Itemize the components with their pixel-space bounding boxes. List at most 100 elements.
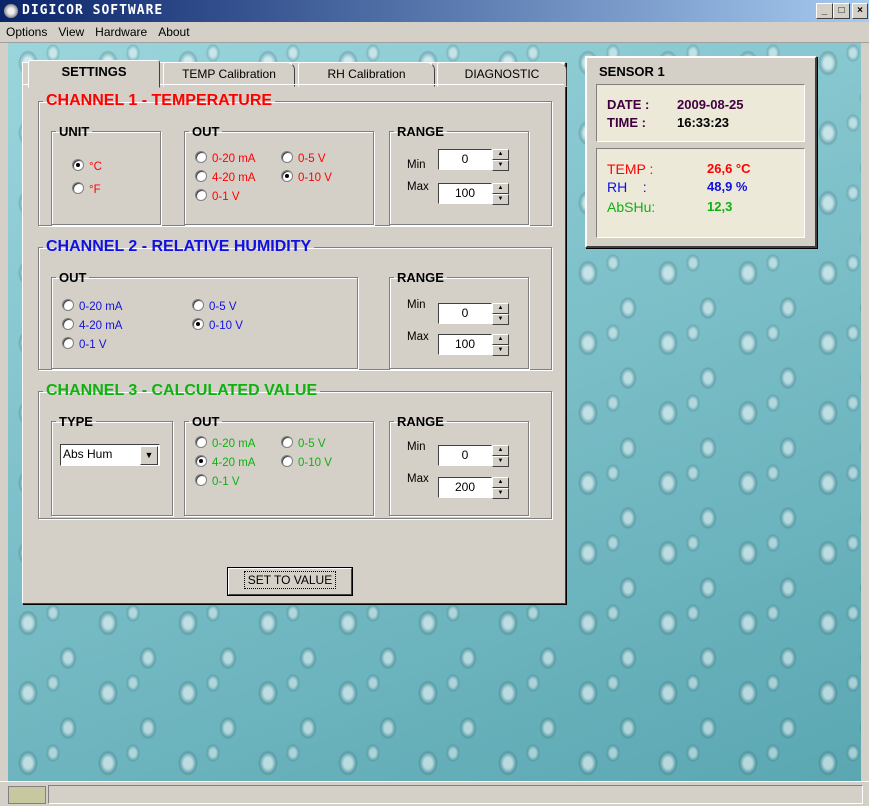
spin-up-icon[interactable]: ▲ <box>492 303 509 314</box>
ch1-out-0-5v[interactable]: 0-5 V <box>281 151 326 165</box>
ch2-min-value[interactable]: 0 <box>438 303 492 324</box>
menu-about[interactable]: About <box>152 22 194 39</box>
spin-up-icon[interactable]: ▲ <box>492 334 509 345</box>
app-window: DIGICOR SOFTWARE _ □ × Options View Hardwa… <box>0 0 869 806</box>
sensor-rh-label: RH : <box>607 179 647 195</box>
spin-down-icon[interactable]: ▼ <box>492 194 509 205</box>
channel-2-group: CHANNEL 2 - RELATIVE HUMIDITY OUT 0-20 m… <box>38 238 552 370</box>
ch3-min-value[interactable]: 0 <box>438 445 492 466</box>
app-icon[interactable] <box>4 4 18 18</box>
menu-hardware[interactable]: Hardware <box>89 22 152 39</box>
tab-settings[interactable]: SETTINGS <box>28 60 160 88</box>
ch3-min-label: Min <box>407 441 426 453</box>
ch1-min-spinner[interactable]: 0 ▲ ▼ <box>438 149 512 171</box>
ch1-out-0-20ma[interactable]: 0-20 mA <box>195 151 255 165</box>
ch3-type-group: TYPE Abs Hum ▼ <box>51 414 173 516</box>
ch2-max-spinner[interactable]: 100 ▲ ▼ <box>438 334 512 356</box>
spin-up-icon[interactable]: ▲ <box>492 477 509 488</box>
set-to-value-label: SET TO VALUE <box>243 571 337 589</box>
ch3-out-0-10v[interactable]: 0-10 V <box>281 455 332 469</box>
close-button[interactable]: × <box>852 3 868 19</box>
maximize-button[interactable]: □ <box>833 3 850 19</box>
ch2-out-0-10v[interactable]: 0-10 V <box>192 318 243 332</box>
ch2-out-title: OUT <box>59 270 87 285</box>
ch3-type-select[interactable]: Abs Hum ▼ <box>60 444 160 466</box>
ch3-min-spinner[interactable]: 0 ▲ ▼ <box>438 445 512 467</box>
radio-icon <box>195 170 207 182</box>
radio-icon <box>281 436 293 448</box>
ch2-max-value[interactable]: 100 <box>438 334 492 355</box>
status-pane <box>48 785 863 804</box>
radio-label: 0-5 V <box>298 153 326 165</box>
ch1-max-value[interactable]: 100 <box>438 183 492 204</box>
radio-label: 0-1 V <box>212 191 240 203</box>
radio-label: 0-10 V <box>298 172 332 184</box>
set-to-value-button[interactable]: SET TO VALUE <box>228 568 352 595</box>
ch2-out-group: OUT 0-20 mA 0-5 V 4-20 mA 0-10 V 0-1 V <box>51 270 358 369</box>
ch1-out-0-1v[interactable]: 0-1 V <box>195 189 240 203</box>
spin-up-icon[interactable]: ▲ <box>492 445 509 456</box>
spin-up-icon[interactable]: ▲ <box>492 149 509 160</box>
radio-label: 4-20 mA <box>79 320 123 332</box>
radio-label: 0-5 V <box>298 438 326 450</box>
menu-view[interactable]: View <box>52 22 89 39</box>
spin-down-icon[interactable]: ▼ <box>492 314 509 325</box>
minimize-button[interactable]: _ <box>816 3 833 19</box>
ch3-type-title: TYPE <box>59 414 93 429</box>
spin-down-icon[interactable]: ▼ <box>492 488 509 499</box>
radio-label: 0-20 mA <box>212 438 256 450</box>
channel-3-group: CHANNEL 3 - CALCULATED VALUE TYPE Abs Hu… <box>38 382 552 519</box>
ch3-max-spinner[interactable]: 200 ▲ ▼ <box>438 477 512 499</box>
ch2-max-label: Max <box>407 331 429 343</box>
ch3-out-group: OUT 0-20 mA 0-5 V 4-20 mA 0-10 V 0-1 V <box>184 414 374 516</box>
radio-icon <box>192 299 204 311</box>
radio-icon <box>195 189 207 201</box>
radio-label: °F <box>89 184 101 196</box>
sensor-temp-value: 26,6 °C <box>707 161 751 176</box>
ch1-unit-fahrenheit[interactable]: °F <box>72 182 101 196</box>
radio-selected-icon <box>195 455 207 467</box>
ch1-out-0-10v[interactable]: 0-10 V <box>281 170 332 184</box>
sensor-time-label: TIME : <box>607 115 646 130</box>
ch1-out-4-20ma[interactable]: 4-20 mA <box>195 170 255 184</box>
channel-1-group: CHANNEL 1 - TEMPERATURE UNIT °C °F OUT 0… <box>38 92 552 226</box>
ch2-min-label: Min <box>407 299 426 311</box>
radio-label: 0-5 V <box>209 301 237 313</box>
radio-icon <box>281 151 293 163</box>
radio-icon <box>62 299 74 311</box>
ch1-min-value[interactable]: 0 <box>438 149 492 170</box>
spin-up-icon[interactable]: ▲ <box>492 183 509 194</box>
ch1-range-group: RANGE Min 0 ▲ ▼ Max 100 ▲ ▼ <box>389 124 529 225</box>
ch3-out-0-1v[interactable]: 0-1 V <box>195 474 240 488</box>
radio-label: 4-20 mA <box>212 457 256 469</box>
radio-label: 0-20 mA <box>79 301 123 313</box>
menu-options[interactable]: Options <box>0 22 52 39</box>
spin-down-icon[interactable]: ▼ <box>492 160 509 171</box>
ch3-out-0-20ma[interactable]: 0-20 mA <box>195 436 255 450</box>
ch2-out-4-20ma[interactable]: 4-20 mA <box>62 318 122 332</box>
radio-icon <box>72 182 84 194</box>
radio-icon <box>195 151 207 163</box>
sensor-abs-label: AbSHu: <box>607 199 656 215</box>
ch2-out-0-5v[interactable]: 0-5 V <box>192 299 237 313</box>
ch3-max-value[interactable]: 200 <box>438 477 492 498</box>
radio-selected-icon <box>72 159 84 171</box>
ch3-out-4-20ma[interactable]: 4-20 mA <box>195 455 255 469</box>
spin-down-icon[interactable]: ▼ <box>492 345 509 356</box>
spin-down-icon[interactable]: ▼ <box>492 456 509 467</box>
chevron-down-icon[interactable]: ▼ <box>140 446 158 465</box>
radio-label: 0-20 mA <box>212 153 256 165</box>
settings-tab-body: CHANNEL 1 - TEMPERATURE UNIT °C °F OUT 0… <box>22 84 564 604</box>
ch3-out-0-5v[interactable]: 0-5 V <box>281 436 326 450</box>
sensor-title: SENSOR 1 <box>599 64 665 79</box>
ch2-out-0-1v[interactable]: 0-1 V <box>62 337 107 351</box>
ch2-out-0-20ma[interactable]: 0-20 mA <box>62 299 122 313</box>
radio-label: 4-20 mA <box>212 172 256 184</box>
ch1-min-label: Min <box>407 159 426 171</box>
channel-2-title: CHANNEL 2 - RELATIVE HUMIDITY <box>46 238 312 255</box>
ch1-unit-celsius[interactable]: °C <box>72 159 102 173</box>
radio-label: 0-1 V <box>79 339 107 351</box>
channel-1-title: CHANNEL 1 - TEMPERATURE <box>46 92 273 109</box>
ch2-min-spinner[interactable]: 0 ▲ ▼ <box>438 303 512 325</box>
ch1-max-spinner[interactable]: 100 ▲ ▼ <box>438 183 512 205</box>
